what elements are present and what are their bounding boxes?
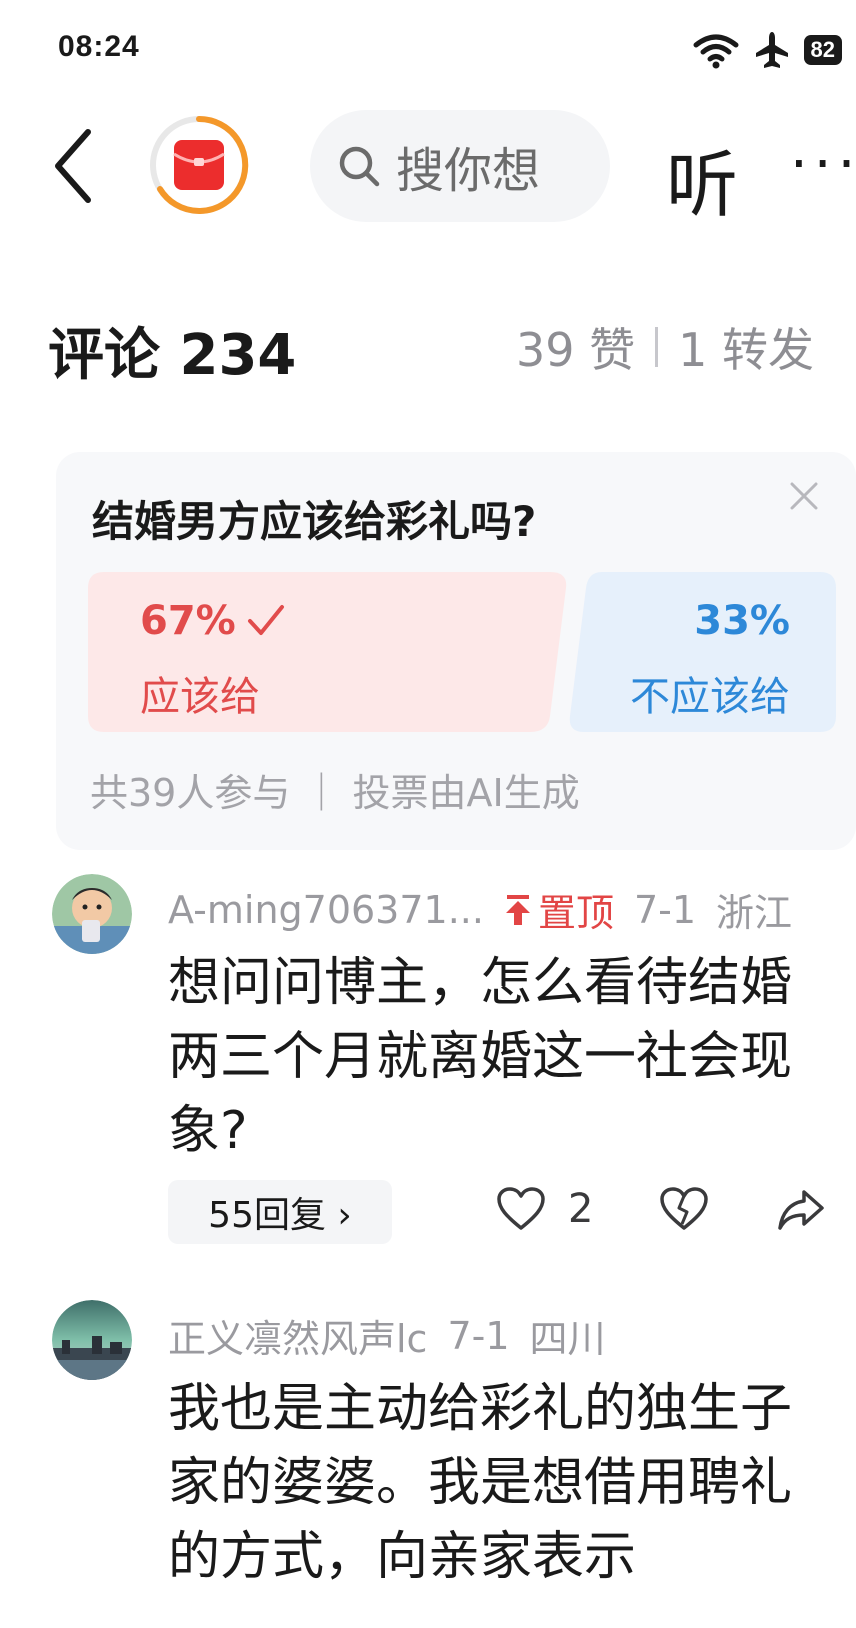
poll-question: 结婚男方应该给彩礼吗? — [92, 497, 537, 546]
share-icon[interactable] — [778, 1186, 824, 1232]
post-stats: 39 赞 1 转发 — [516, 314, 814, 380]
comment-date: 7-1 — [447, 1313, 510, 1358]
close-icon[interactable] — [786, 478, 822, 514]
battery-icon: 82 — [803, 35, 842, 65]
broken-heart-icon[interactable] — [658, 1186, 710, 1232]
like-button[interactable]: 2 — [496, 1186, 593, 1232]
search-placeholder: 搜你想 — [396, 143, 541, 199]
poll-no-label: 不应该给 — [630, 674, 790, 720]
comment-username[interactable]: A-ming706371... — [168, 888, 484, 932]
search-input[interactable]: 搜你想 — [310, 110, 610, 222]
comment-location: 四川 — [529, 1317, 606, 1361]
replies-button[interactable]: 55回复 › — [168, 1180, 392, 1244]
comment-text: 我也是主动给彩礼的独生子家的婆婆。我是想借用聘礼的方式，向亲家表示 — [168, 1379, 793, 1587]
more-button[interactable]: ··· — [790, 132, 856, 197]
avatar[interactable] — [52, 874, 132, 954]
comment-meta: A-ming706371... 置顶 7-1 浙江 — [168, 882, 792, 937]
airplane-icon — [755, 32, 788, 68]
comments-title: 评论 234 — [48, 323, 297, 388]
search-icon — [339, 146, 380, 187]
comment-username[interactable]: 正义凛然风声lc — [168, 1308, 427, 1363]
poll-yes-percent: 67% — [140, 598, 286, 644]
heart-icon — [497, 1187, 545, 1230]
poll-footer: 共39人参与 ｜ 投票由AI生成 — [90, 771, 580, 815]
stats-divider — [655, 327, 659, 367]
pin-icon — [505, 894, 530, 925]
back-icon[interactable] — [48, 126, 100, 206]
comment-date: 7-1 — [633, 887, 697, 932]
comment-text: 想问问博主，怎么看待结婚两三个月就离婚这一社会现象? — [168, 953, 793, 1161]
listen-button[interactable]: 听 — [666, 126, 738, 231]
poll-option-no[interactable]: 33% 不应该给 — [566, 572, 836, 732]
status-time: 08:24 — [58, 30, 140, 63]
red-envelope-icon[interactable] — [148, 114, 250, 216]
pinned-badge: 置顶 — [504, 882, 614, 937]
reposts-count[interactable]: 1 转发 — [678, 314, 814, 380]
poll-option-yes[interactable]: 67% 应该给 — [88, 572, 568, 732]
comment-location: 浙江 — [716, 891, 793, 935]
poll-yes-label: 应该给 — [140, 674, 260, 720]
status-icons: 82 — [692, 30, 842, 70]
poll-card: 结婚男方应该给彩礼吗? 67% 应该给 33% 不应该给 共39人参与 ｜ 投票… — [56, 452, 856, 850]
poll-no-percent: 33% — [694, 598, 790, 644]
avatar[interactable] — [52, 1300, 132, 1380]
like-count: 2 — [568, 1186, 594, 1232]
check-icon — [247, 605, 284, 635]
comment-meta: 正义凛然风声lc 7-1 四川 — [168, 1308, 606, 1363]
likes-count[interactable]: 39 赞 — [516, 314, 635, 380]
wifi-icon — [693, 34, 739, 69]
